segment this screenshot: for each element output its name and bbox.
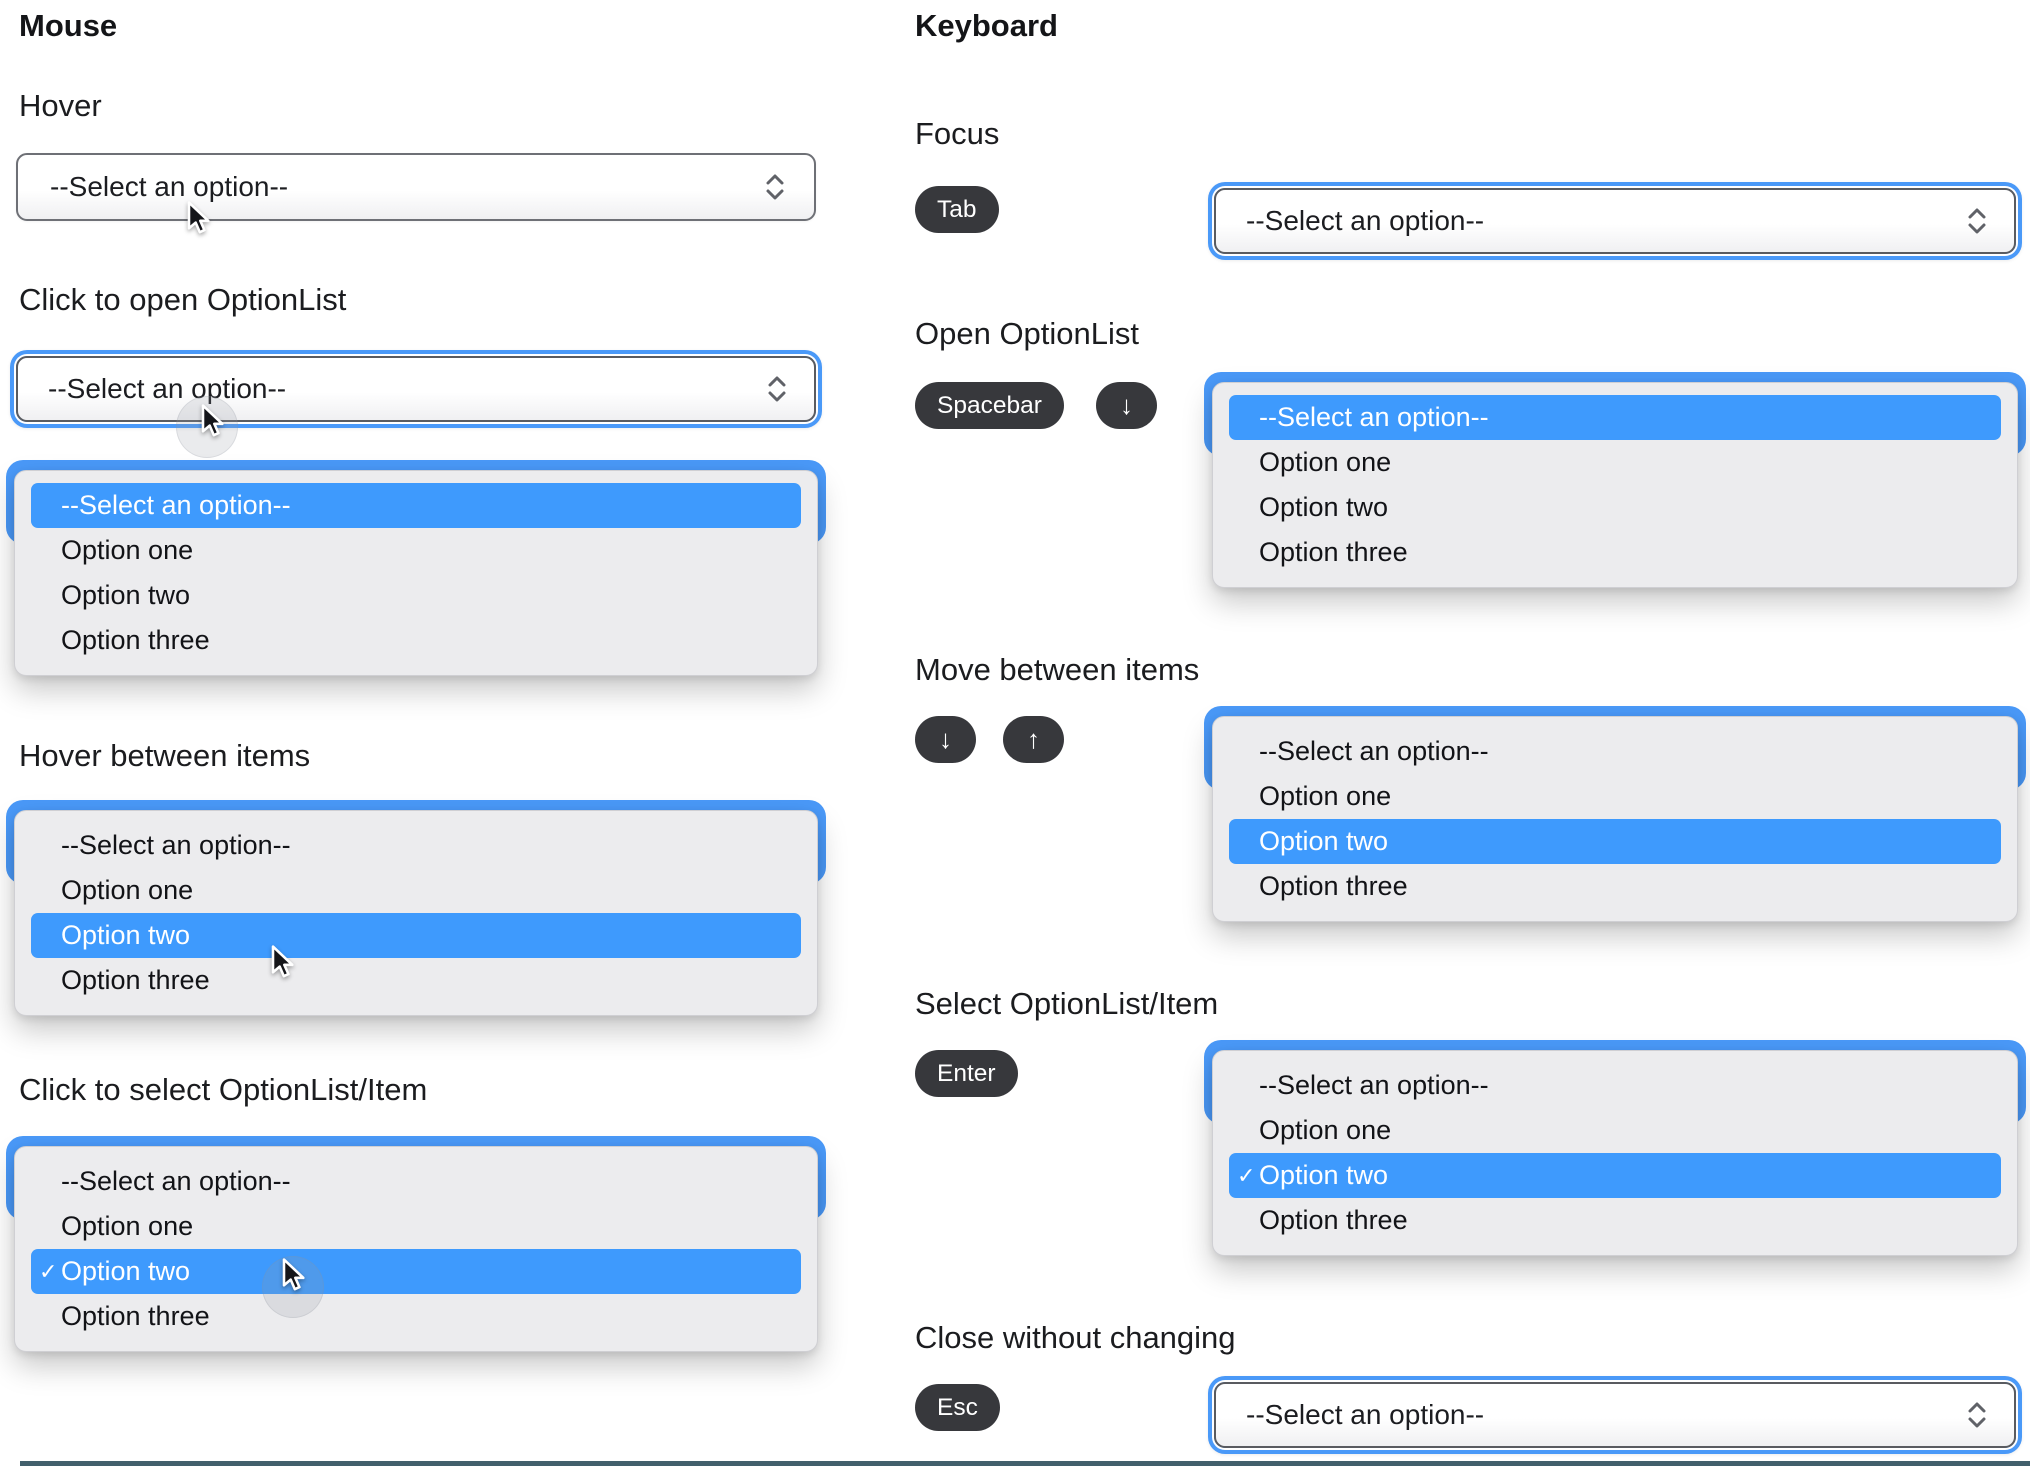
mouse-cursor-icon <box>282 1258 305 1291</box>
move-items-heading: Move between items <box>915 652 1200 687</box>
select-chevron-icon <box>766 373 788 405</box>
option-item[interactable]: Option three <box>15 1294 817 1339</box>
option-item[interactable]: Option one <box>1213 774 2017 819</box>
option-item[interactable]: Option three <box>1213 530 2017 575</box>
optionlist-popup: --Select an option-- Option one Option t… <box>1204 372 2026 672</box>
key-enter: Enter <box>915 1050 1018 1097</box>
option-item-highlighted[interactable]: Option two <box>1229 819 2001 864</box>
optionlist: --Select an option-- Option one ✓ Option… <box>14 1146 818 1352</box>
key-arrow-down: ↓ <box>1096 382 1157 429</box>
option-item[interactable]: Option three <box>1213 864 2017 909</box>
keyboard-section-title: Keyboard <box>915 8 1058 43</box>
optionlist: --Select an option-- Option one Option t… <box>1212 716 2018 922</box>
optionlist-popup: --Select an option-- Option one Option t… <box>6 800 826 1100</box>
select-value: --Select an option-- <box>1246 1399 1485 1430</box>
checkmark-icon: ✓ <box>39 1258 58 1284</box>
table-top-divider <box>20 1461 2030 1466</box>
click-select-heading: Click to select OptionList/Item <box>19 1072 428 1107</box>
select-chevron-icon <box>1966 205 1988 237</box>
option-item-highlighted[interactable]: Option two <box>31 913 801 958</box>
key-arrow-up: ↑ <box>1003 716 1064 763</box>
optionlist-popup: --Select an option-- Option one Option t… <box>1204 706 2026 1006</box>
select-hover[interactable]: --Select an option-- <box>16 153 816 221</box>
option-label: Option two <box>61 1256 191 1286</box>
optionlist-popup: --Select an option-- Option one ✓ Option… <box>1204 1040 2026 1340</box>
option-item[interactable]: Option one <box>15 868 817 913</box>
checkmark-icon: ✓ <box>1237 1162 1256 1188</box>
hover-heading: Hover <box>19 88 102 123</box>
option-item[interactable]: Option one <box>1213 1108 2017 1153</box>
option-label: Option two <box>1259 1160 1389 1190</box>
key-spacebar: Spacebar <box>915 382 1064 429</box>
option-item[interactable]: Option two <box>15 573 817 618</box>
optionlist: --Select an option-- Option one Option t… <box>14 810 818 1016</box>
mouse-section-title: Mouse <box>19 8 118 43</box>
optionlist-interaction-doc: Mouse Hover --Select an option-- Click t… <box>0 0 2030 1471</box>
select-value: --Select an option-- <box>50 171 289 202</box>
option-item[interactable]: --Select an option-- <box>15 1159 817 1204</box>
select-item-heading: Select OptionList/Item <box>915 986 1219 1021</box>
open-optionlist-heading: Open OptionList <box>915 316 1140 351</box>
option-item[interactable]: --Select an option-- <box>1213 1063 2017 1108</box>
option-item-selected[interactable]: ✓ Option two <box>31 1249 801 1294</box>
option-item-highlighted[interactable]: --Select an option-- <box>1229 395 2001 440</box>
option-item[interactable]: Option two <box>1213 485 2017 530</box>
option-item[interactable]: --Select an option-- <box>1213 729 2017 774</box>
select-value: --Select an option-- <box>48 373 287 404</box>
select-focused[interactable]: --Select an option-- <box>1208 182 2022 260</box>
option-item[interactable]: Option three <box>1213 1198 2017 1243</box>
select-focused[interactable]: --Select an option-- <box>10 350 822 428</box>
click-open-heading: Click to open OptionList <box>19 282 347 317</box>
option-item[interactable]: --Select an option-- <box>15 823 817 868</box>
option-item-selected[interactable]: ✓ Option two <box>1229 1153 2001 1198</box>
mouse-cursor-icon <box>271 945 294 978</box>
select-value: --Select an option-- <box>1246 205 1485 236</box>
option-item[interactable]: Option three <box>15 958 817 1003</box>
optionlist: --Select an option-- Option one Option t… <box>1212 382 2018 588</box>
key-arrow-down: ↓ <box>915 716 976 763</box>
focus-heading: Focus <box>915 116 1000 151</box>
select-focused[interactable]: --Select an option-- <box>1208 1376 2022 1454</box>
option-item[interactable]: Option one <box>15 528 817 573</box>
option-item[interactable]: Option one <box>1213 440 2017 485</box>
close-heading: Close without changing <box>915 1320 1236 1355</box>
option-item[interactable]: Option three <box>15 618 817 663</box>
key-esc: Esc <box>915 1384 1000 1431</box>
select-chevron-icon <box>1966 1399 1988 1431</box>
mouse-cursor-icon <box>187 201 210 234</box>
option-item-highlighted[interactable]: --Select an option-- <box>31 483 801 528</box>
hover-items-heading: Hover between items <box>19 738 311 773</box>
select-chevron-icon <box>764 171 786 203</box>
optionlist: --Select an option-- Option one Option t… <box>14 470 818 676</box>
option-item[interactable]: Option one <box>15 1204 817 1249</box>
optionlist: --Select an option-- Option one ✓ Option… <box>1212 1050 2018 1256</box>
mouse-cursor-icon <box>201 404 224 437</box>
key-tab: Tab <box>915 186 999 233</box>
optionlist-popup: --Select an option-- Option one ✓ Option… <box>6 1136 826 1436</box>
optionlist-popup: --Select an option-- Option one Option t… <box>6 460 826 760</box>
